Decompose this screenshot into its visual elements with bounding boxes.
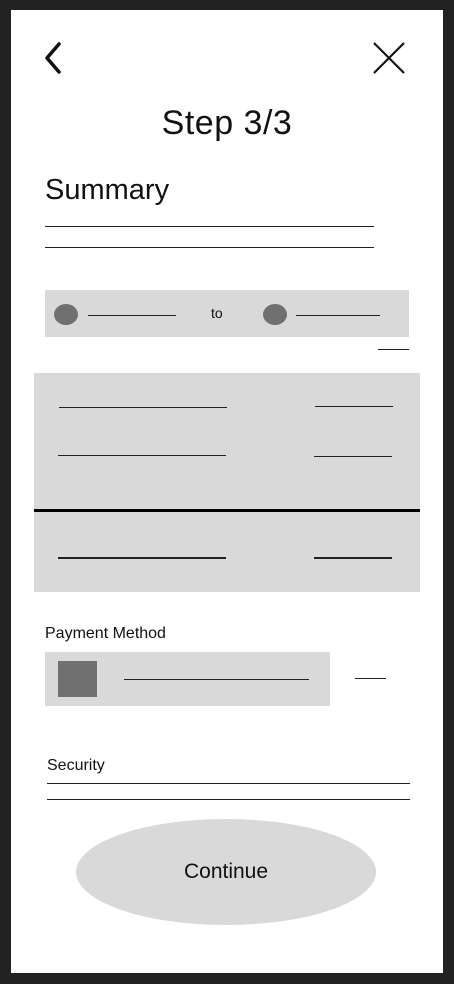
card-thumbnail-icon bbox=[58, 661, 97, 697]
route-box: to bbox=[45, 290, 409, 337]
route-side-placeholder-line bbox=[378, 349, 409, 350]
fare-item-value-line-2 bbox=[314, 456, 392, 457]
route-connector-text: to bbox=[211, 305, 223, 321]
payment-side-placeholder-line bbox=[355, 678, 386, 679]
fare-total-divider bbox=[34, 509, 420, 512]
security-field-underline-1 bbox=[47, 783, 410, 784]
step-title: Step 3/3 bbox=[161, 104, 293, 142]
fare-total-value-line bbox=[314, 557, 392, 559]
origin-placeholder-line bbox=[88, 315, 176, 316]
fare-item-label-line-1 bbox=[59, 407, 227, 408]
fare-total-label-line bbox=[58, 557, 226, 559]
back-chevron-icon[interactable] bbox=[39, 40, 69, 76]
fare-breakdown-box bbox=[34, 373, 420, 592]
fare-item-value-line-1 bbox=[315, 406, 393, 407]
summary-title: Summary bbox=[45, 174, 170, 206]
checkout-screen: Step 3/3 Summary to Payment Method Secur… bbox=[11, 10, 443, 973]
close-icon[interactable] bbox=[371, 40, 407, 76]
origin-marker-icon bbox=[54, 304, 78, 325]
security-field-underline-2 bbox=[47, 799, 410, 800]
fare-item-label-line-2 bbox=[58, 455, 226, 456]
payment-method-selector[interactable] bbox=[45, 652, 330, 706]
continue-button[interactable]: Continue bbox=[76, 819, 376, 925]
destination-placeholder-line bbox=[296, 315, 380, 316]
security-label: Security bbox=[47, 757, 105, 774]
payment-method-placeholder-line bbox=[124, 679, 309, 680]
summary-placeholder-line-1 bbox=[45, 226, 374, 227]
summary-placeholder-line-2 bbox=[45, 247, 374, 248]
destination-marker-icon bbox=[263, 304, 287, 325]
payment-method-label: Payment Method bbox=[45, 625, 166, 642]
security-code-input[interactable] bbox=[47, 780, 410, 800]
